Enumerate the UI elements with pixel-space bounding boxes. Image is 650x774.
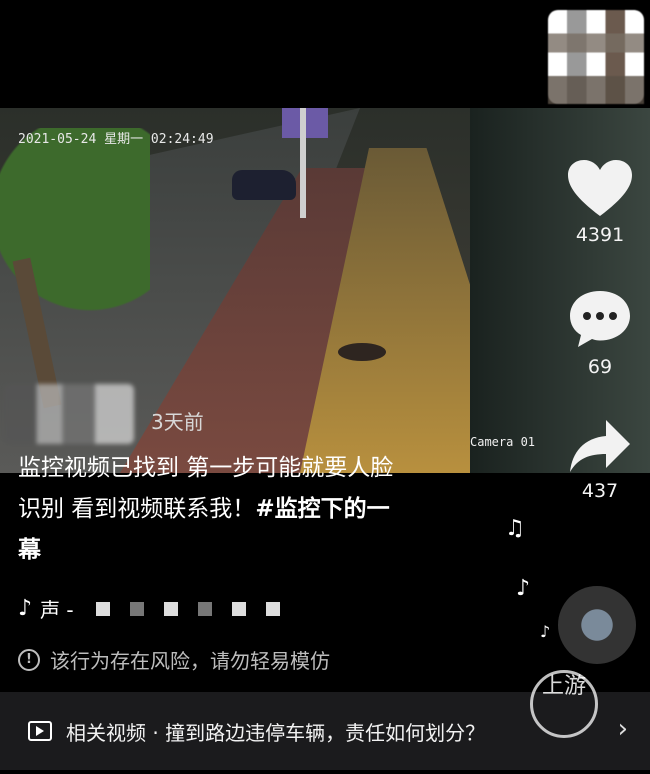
hashtag-link[interactable]: #监控下的一 (255, 496, 389, 522)
heart-icon (568, 160, 632, 216)
warning-text: 该行为存在风险，请勿轻易模仿 (50, 649, 330, 673)
redacted-block (197, 601, 212, 616)
author-row: 3天前 (0, 384, 280, 444)
redacted-block (95, 601, 110, 616)
comment-icon (570, 291, 630, 347)
street-pole (300, 108, 306, 218)
music-title-redacted (95, 601, 280, 616)
author-blurred[interactable] (4, 384, 134, 444)
caption-text: 识别 看到视频联系我！ (18, 496, 256, 522)
user-avatar-top[interactable] (548, 10, 644, 104)
warning-icon: ! (18, 648, 40, 671)
comment-count: 69 (587, 356, 613, 378)
tiktok-note-icon: ♪ (18, 596, 33, 621)
music-disc[interactable] (558, 586, 636, 664)
redacted-block (129, 601, 144, 616)
manhole-cover (338, 343, 386, 361)
redacted-block (265, 601, 280, 616)
post-time: 3天前 (151, 410, 204, 434)
related-video-text: 相关视频 · 撞到路边违停车辆，责任如何划分？ (66, 720, 486, 745)
redacted-block (163, 601, 178, 616)
share-count: 437 (581, 480, 619, 502)
share-button[interactable]: 437 (560, 418, 640, 502)
music-row[interactable]: ♪ 声 - (18, 594, 280, 623)
watermark-logo: 上游 (530, 670, 598, 738)
caption-line-1: 监控视频已找到 第一步可能就要人脸 (18, 455, 394, 481)
parked-car (232, 170, 296, 200)
music-label: 声 - (40, 598, 74, 622)
camera-label: Camera 01 (470, 435, 536, 449)
watermark-text: 上游 (541, 674, 586, 699)
camera-timestamp: 2021-05-24 星期一 02:24:49 (18, 132, 214, 147)
hashtag-link-continued[interactable]: 幕 (18, 530, 488, 571)
risk-warning: ! 该行为存在风险，请勿轻易模仿 (18, 645, 330, 674)
music-note-icon: ♫ (505, 516, 525, 541)
video-icon (28, 721, 52, 741)
caption-line-2: 识别 看到视频联系我！#监控下的一 (18, 489, 488, 530)
like-button[interactable]: 4391 (560, 158, 640, 246)
music-note-icon: ♪ (540, 622, 551, 641)
redacted-block (231, 601, 246, 616)
music-note-icon: ♪ (516, 576, 531, 601)
share-icon (570, 420, 630, 472)
comment-button[interactable]: 69 (560, 288, 640, 378)
chevron-right-icon: › (617, 714, 628, 744)
like-count: 4391 (575, 224, 625, 246)
video-caption: 监控视频已找到 第一步可能就要人脸 识别 看到视频联系我！#监控下的一 幕 (18, 448, 488, 571)
